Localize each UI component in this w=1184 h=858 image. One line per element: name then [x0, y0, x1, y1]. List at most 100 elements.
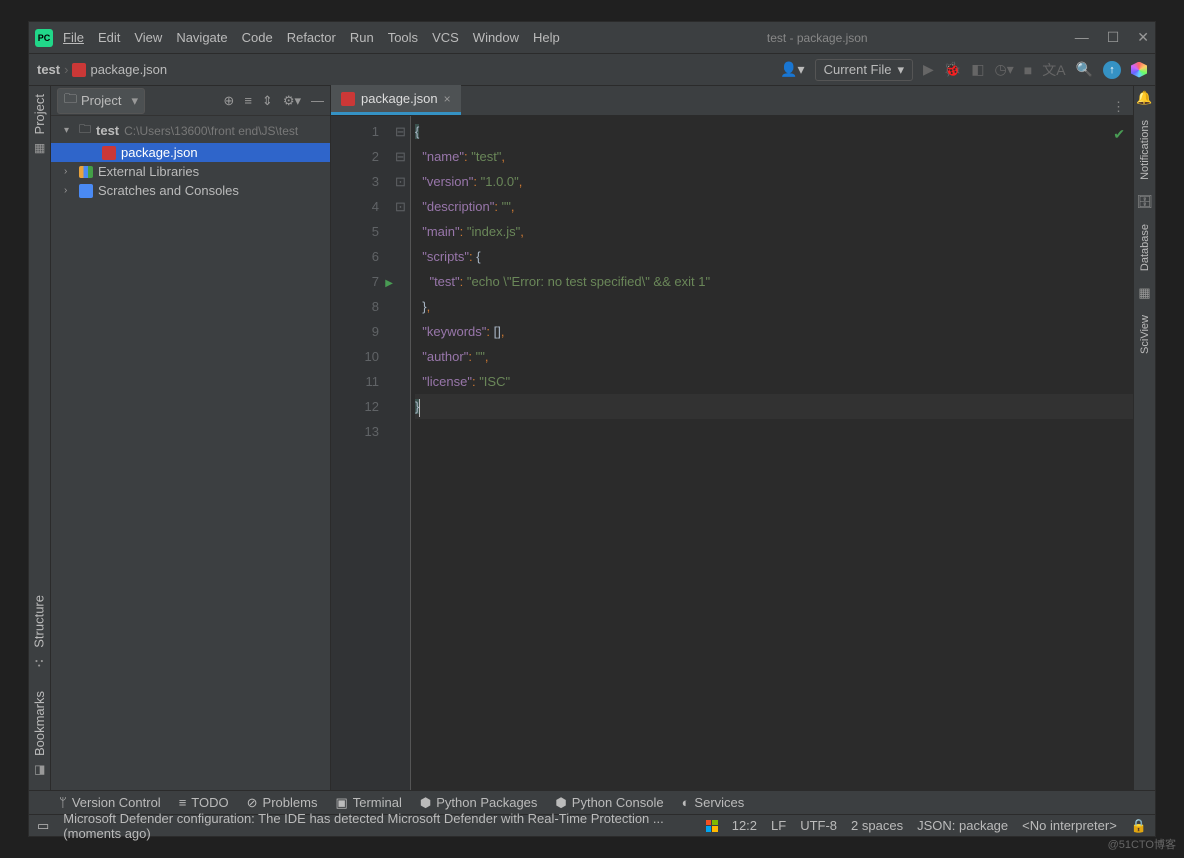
npm-icon: [72, 63, 86, 77]
tab-options-icon[interactable]: ⋮: [1104, 99, 1133, 115]
debug-icon[interactable]: 🐞: [944, 61, 961, 78]
tool-terminal[interactable]: ▣Terminal: [335, 795, 401, 811]
menu-run[interactable]: Run: [350, 30, 374, 45]
minimize-icon[interactable]: ―: [1075, 29, 1089, 46]
tool-todo[interactable]: ≡TODO: [179, 795, 229, 810]
left-tool-gutter: ▦Project ⛬Structure ◧Bookmarks: [29, 86, 51, 790]
fold-icon[interactable]: ⊟: [391, 144, 410, 169]
database-icon: 🗄: [1136, 194, 1153, 210]
main-menu: File Edit View Navigate Code Refactor Ru…: [63, 30, 560, 45]
tool-python-packages[interactable]: ⬢Python Packages: [420, 795, 538, 811]
coverage-icon[interactable]: ◧: [971, 61, 984, 78]
settings-icon[interactable]: ⚙▾: [283, 93, 301, 109]
titlebar: PC File Edit View Navigate Code Refactor…: [29, 22, 1155, 54]
tool-services[interactable]: ◐Services: [682, 795, 745, 810]
close-icon[interactable]: ✕: [1137, 29, 1149, 46]
npm-icon: [102, 146, 116, 160]
chevron-right-icon: ›: [64, 62, 68, 77]
menu-code[interactable]: Code: [242, 30, 273, 45]
expand-all-icon[interactable]: ≡: [244, 93, 252, 109]
tree-root[interactable]: ▾ 🗀 test C:\Users\13600\front end\JS\tes…: [51, 118, 330, 143]
arrow-right-icon[interactable]: ›: [64, 185, 74, 196]
breadcrumb-root[interactable]: test: [37, 62, 60, 77]
tool-version-control[interactable]: ᛘVersion Control: [59, 795, 161, 810]
code-content[interactable]: { "name": "test", "version": "1.0.0", "d…: [411, 116, 1133, 790]
menu-file[interactable]: File: [63, 30, 84, 45]
ide-services-icon[interactable]: [1131, 62, 1147, 78]
json-schema[interactable]: JSON: package: [917, 818, 1008, 833]
search-icon[interactable]: 🔍: [1076, 61, 1093, 78]
window-title: test - package.json: [560, 31, 1075, 45]
right-tool-gutter: 🔔 Notifications 🗄 Database ▦ SciView: [1133, 86, 1155, 790]
python-icon: ⬢: [555, 795, 566, 811]
scratches-icon: [79, 184, 93, 198]
profile-icon[interactable]: ◷▾: [995, 61, 1014, 78]
breadcrumb-file[interactable]: package.json: [90, 62, 167, 77]
editor-tab-packagejson[interactable]: package.json ×: [331, 85, 461, 115]
run-icon[interactable]: ▶: [923, 61, 934, 78]
window-controls: ― ☐ ✕: [1075, 29, 1149, 46]
tool-project-tab[interactable]: ▦Project: [28, 86, 51, 168]
stop-icon[interactable]: ■: [1024, 62, 1032, 78]
libraries-icon: [79, 166, 93, 178]
fold-end-icon[interactable]: ⊡: [391, 169, 410, 194]
tool-notifications-tab[interactable]: Notifications: [1137, 116, 1153, 184]
menu-view[interactable]: View: [134, 30, 162, 45]
line-separator[interactable]: LF: [771, 818, 786, 833]
tool-problems[interactable]: ⊘Problems: [247, 795, 318, 811]
update-icon[interactable]: ↑: [1103, 61, 1121, 79]
tree-scratches[interactable]: › Scratches and Consoles: [51, 181, 330, 200]
file-encoding[interactable]: UTF-8: [800, 818, 837, 833]
tool-python-console[interactable]: ⬢Python Console: [555, 795, 663, 811]
user-icon[interactable]: 👤▾: [780, 61, 804, 78]
close-tab-icon[interactable]: ×: [444, 92, 451, 106]
tool-bookmarks-tab[interactable]: ◧Bookmarks: [28, 683, 51, 790]
services-icon: ◐: [682, 795, 690, 810]
menu-vcs[interactable]: VCS: [432, 30, 459, 45]
run-gutter-icon[interactable]: ▶: [385, 271, 393, 296]
navbar: test › package.json 👤▾ Current File▾ ▶ 🐞…: [29, 54, 1155, 86]
code-editor[interactable]: 123456 7▶ 8910111213 ⊟ ⊟ ⊡ ⊡ { "name": "…: [331, 116, 1133, 790]
menu-window[interactable]: Window: [473, 30, 519, 45]
status-message[interactable]: Microsoft Defender configuration: The ID…: [63, 811, 691, 841]
cursor-position[interactable]: 12:2: [732, 818, 757, 833]
run-config-selector[interactable]: Current File▾: [815, 59, 913, 81]
fold-gutter[interactable]: ⊟ ⊟ ⊡ ⊡: [391, 116, 411, 790]
locate-icon[interactable]: ⊕: [223, 93, 234, 109]
sciview-icon: ▦: [1138, 285, 1150, 301]
ide-window: PC File Edit View Navigate Code Refactor…: [28, 21, 1156, 837]
event-log-icon[interactable]: ▭: [37, 818, 49, 834]
project-icon: 🗀: [64, 90, 77, 112]
tree-external-libraries[interactable]: › External Libraries: [51, 162, 330, 181]
interpreter[interactable]: <No interpreter>: [1022, 818, 1117, 833]
statusbar: ▭ Microsoft Defender configuration: The …: [29, 814, 1155, 836]
breadcrumb[interactable]: test › package.json: [37, 62, 774, 77]
check-icon[interactable]: ✔: [1113, 122, 1125, 147]
bell-icon[interactable]: 🔔: [1136, 90, 1152, 106]
body: ▦Project ⛬Structure ◧Bookmarks 🗀 Project…: [29, 86, 1155, 790]
tool-database-tab[interactable]: Database: [1137, 220, 1153, 275]
collapse-all-icon[interactable]: ⇕: [262, 93, 273, 109]
maximize-icon[interactable]: ☐: [1107, 29, 1120, 46]
tool-structure-tab[interactable]: ⛬Structure: [29, 587, 49, 683]
indent-setting[interactable]: 2 spaces: [851, 818, 903, 833]
fold-end-icon[interactable]: ⊡: [391, 194, 410, 219]
menu-tools[interactable]: Tools: [388, 30, 418, 45]
tool-sciview-tab[interactable]: SciView: [1137, 311, 1153, 358]
project-tree[interactable]: ▾ 🗀 test C:\Users\13600\front end\JS\tes…: [51, 116, 330, 790]
hide-icon[interactable]: —: [311, 93, 324, 109]
lock-icon[interactable]: 🔒: [1131, 818, 1147, 834]
arrow-down-icon[interactable]: ▾: [64, 125, 74, 136]
menu-help[interactable]: Help: [533, 30, 560, 45]
menu-edit[interactable]: Edit: [98, 30, 120, 45]
packages-icon: ⬢: [420, 795, 431, 811]
arrow-right-icon[interactable]: ›: [64, 166, 74, 177]
menu-refactor[interactable]: Refactor: [287, 30, 336, 45]
menu-navigate[interactable]: Navigate: [176, 30, 227, 45]
project-view-selector[interactable]: 🗀 Project ▾: [57, 88, 145, 114]
tree-file-packagejson[interactable]: package.json: [51, 143, 330, 162]
app-icon: PC: [35, 29, 53, 47]
translate-icon[interactable]: 文A: [1042, 60, 1065, 80]
editor-area: package.json × ⋮ 123456 7▶ 8910111213 ⊟ …: [331, 86, 1133, 790]
fold-icon[interactable]: ⊟: [391, 119, 410, 144]
